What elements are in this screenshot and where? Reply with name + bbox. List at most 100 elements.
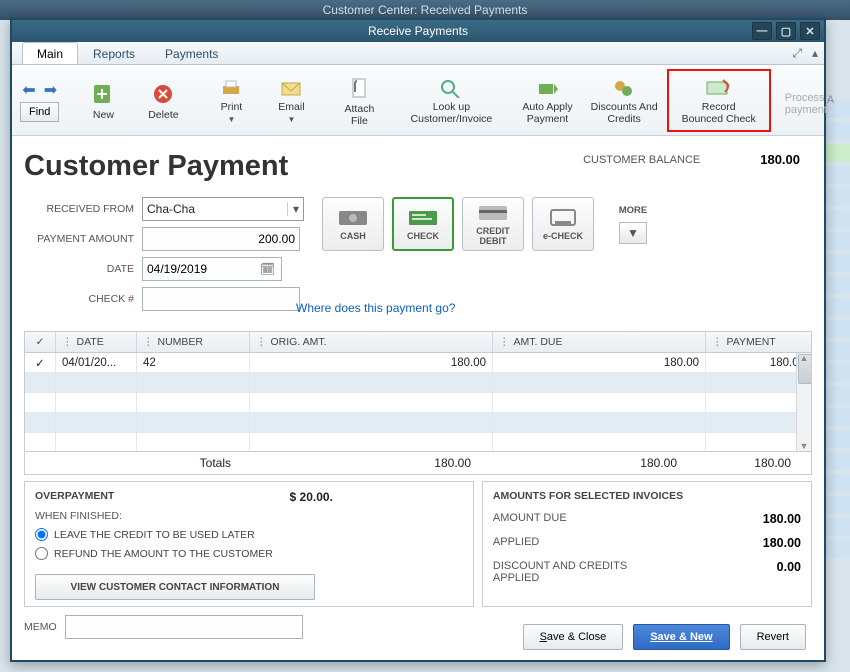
process-payment-label: Process payment: [785, 84, 827, 116]
print-button[interactable]: Print ▼: [201, 73, 261, 127]
row-check[interactable]: [25, 393, 56, 412]
row-date: [56, 373, 137, 392]
scroll-up-icon[interactable]: ▲: [797, 353, 811, 363]
row-number: [137, 373, 250, 392]
method-echeck-button[interactable]: e-CHECK: [532, 197, 594, 251]
tab-reports[interactable]: Reports: [78, 42, 150, 64]
table-row[interactable]: [25, 393, 811, 413]
checknum-input[interactable]: [142, 287, 300, 311]
save-close-button[interactable]: SSave & Closeave & Close: [523, 624, 624, 650]
discounts-icon: [612, 78, 636, 98]
method-echeck-label: e-CHECK: [543, 231, 583, 241]
discount-value: 0.00: [777, 560, 801, 584]
help-link[interactable]: Where does this payment go?: [296, 301, 455, 315]
table-row[interactable]: [25, 433, 811, 451]
overpayment-amount: $ 20.00.: [290, 490, 333, 504]
toolbar: ⬅ ➡ Find New Delete Pri: [12, 65, 824, 136]
radio-refund[interactable]: [35, 547, 48, 560]
memo-input[interactable]: [65, 615, 303, 639]
background-strips: [826, 100, 850, 562]
col-check[interactable]: ✓: [25, 332, 56, 352]
expand-icon[interactable]: ⤢: [792, 46, 802, 61]
row-orig: [250, 413, 493, 432]
when-finished-label: WHEN FINISHED:: [35, 510, 463, 522]
close-button[interactable]: ✕: [800, 22, 820, 40]
collapse-ribbon-icon[interactable]: ▴: [812, 46, 818, 61]
row-date: [56, 393, 137, 412]
minimize-button[interactable]: —: [752, 22, 772, 40]
row-orig: 180.00: [250, 353, 493, 372]
combo-arrow-icon: ▾: [287, 202, 299, 216]
option-refund[interactable]: REFUND THE AMOUNT TO THE CUSTOMER: [35, 547, 463, 560]
receive-payments-window: Receive Payments — ▢ ✕ Main Reports Paym…: [10, 18, 826, 662]
email-button[interactable]: Email ▼: [261, 73, 321, 127]
col-orig-amt[interactable]: ⋮ORIG. AMT.: [250, 332, 493, 352]
discounts-credits-button[interactable]: Discounts And Credits: [582, 73, 667, 128]
payment-amount-label: PAYMENT AMOUNT: [24, 233, 142, 245]
tab-main[interactable]: Main: [22, 42, 78, 64]
payment-amount-input[interactable]: [142, 227, 300, 251]
received-from-combo[interactable]: Cha-Cha ▾: [142, 197, 304, 221]
table-row[interactable]: [25, 373, 811, 393]
find-group: ⬅ ➡ Find: [14, 76, 65, 124]
echeck-icon: [547, 207, 579, 227]
delete-button[interactable]: Delete: [133, 77, 193, 124]
table-row[interactable]: ✓04/01/20...42180.00180.00180.00: [25, 353, 811, 373]
revert-button[interactable]: Revert: [740, 624, 806, 650]
next-icon[interactable]: ➡: [44, 80, 57, 100]
new-icon: [91, 82, 115, 106]
row-date: [56, 433, 137, 451]
option-leave-credit[interactable]: LEAVE THE CREDIT TO BE USED LATER: [35, 528, 463, 541]
customer-balance-label: CUSTOMER BALANCE: [583, 154, 700, 166]
method-more-button[interactable]: MORE ▼: [602, 197, 664, 251]
tab-payments[interactable]: Payments: [150, 42, 233, 64]
row-number: [137, 413, 250, 432]
grid-scrollbar[interactable]: ▼ ▲: [796, 353, 811, 451]
col-amt-due[interactable]: ⋮AMT. DUE: [493, 332, 706, 352]
amounts-title: AMOUNTS FOR SELECTED INVOICES: [493, 490, 801, 502]
row-due: 180.00: [493, 353, 706, 372]
method-cash-button[interactable]: CASH: [322, 197, 384, 251]
row-number: 42: [137, 353, 250, 372]
row-check[interactable]: [25, 433, 56, 451]
window-title: Receive Payments: [368, 24, 468, 38]
radio-leave-credit[interactable]: [35, 528, 48, 541]
date-input[interactable]: [142, 257, 282, 281]
overpayment-title: OVERPAYMENT: [35, 490, 463, 502]
scroll-down-icon[interactable]: ▼: [797, 441, 811, 451]
auto-apply-button[interactable]: Auto Apply Payment: [513, 73, 581, 128]
row-check[interactable]: ✓: [25, 353, 56, 372]
row-check[interactable]: [25, 373, 56, 392]
autoapply-label: Auto Apply Payment: [522, 101, 572, 125]
attach-file-button[interactable]: Attach File: [329, 71, 389, 130]
new-button[interactable]: New: [73, 77, 133, 124]
tabstrip: Main Reports Payments ⤢ ▴: [12, 42, 824, 65]
row-check[interactable]: [25, 413, 56, 432]
discount-label: DISCOUNT AND CREDITS APPLIED: [493, 560, 627, 584]
autoapply-icon: [536, 78, 560, 98]
more-arrow-icon: ▼: [619, 222, 647, 244]
record-bounced-check-button[interactable]: Record Bounced Check: [671, 73, 767, 128]
maximize-button[interactable]: ▢: [776, 22, 796, 40]
row-number: [137, 393, 250, 412]
totals-label: Totals: [25, 456, 241, 470]
col-payment[interactable]: ⋮PAYMENT: [706, 332, 811, 352]
col-date[interactable]: ⋮DATE: [56, 332, 137, 352]
method-credit-button[interactable]: CREDIT DEBIT: [462, 197, 524, 251]
lookup-button[interactable]: Look up Customer/Invoice: [397, 73, 505, 128]
attach-icon: [347, 76, 371, 100]
checknum-label: CHECK #: [24, 293, 142, 305]
col-number[interactable]: ⋮NUMBER: [137, 332, 250, 352]
view-contact-button[interactable]: VIEW CUSTOMER CONTACT INFORMATION: [35, 574, 315, 600]
dropdown-icon: ▼: [227, 115, 235, 124]
print-label: Print: [221, 101, 243, 113]
prev-icon[interactable]: ⬅: [22, 80, 35, 100]
totals-orig: 180.00: [241, 456, 477, 470]
table-row[interactable]: [25, 413, 811, 433]
add-label: A: [827, 94, 838, 106]
method-check-button[interactable]: CHECK: [392, 197, 454, 251]
save-new-button[interactable]: Save & New: [633, 624, 729, 650]
attach-label: Attach File: [345, 103, 375, 127]
find-button[interactable]: Find: [20, 102, 59, 122]
received-from-value: Cha-Cha: [147, 202, 195, 216]
